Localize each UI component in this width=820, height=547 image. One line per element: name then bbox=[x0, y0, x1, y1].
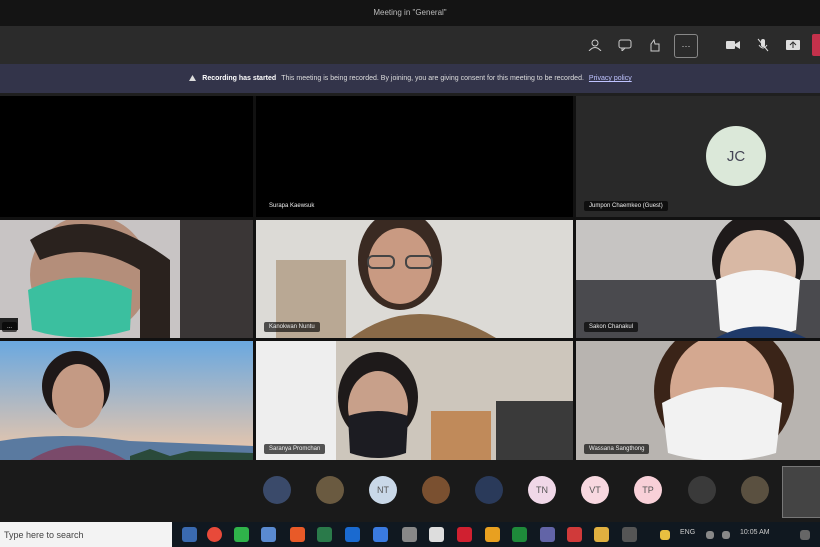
notification-icon[interactable] bbox=[800, 530, 810, 540]
participant-name: Jumpon Chaemkeo (Guest) bbox=[584, 201, 668, 211]
line-icon[interactable] bbox=[234, 527, 249, 542]
participant-name: Sakon Chanakul bbox=[584, 322, 639, 332]
share-screen-icon[interactable] bbox=[782, 34, 804, 56]
pdf-icon[interactable] bbox=[457, 527, 472, 542]
chrome-icon[interactable] bbox=[207, 527, 222, 542]
participant-avatar[interactable]: TP bbox=[634, 476, 662, 504]
network-icon[interactable] bbox=[706, 531, 714, 539]
participant-avatar[interactable] bbox=[688, 476, 716, 504]
participants-strip: NT TN VT TP bbox=[0, 460, 820, 522]
reactions-icon[interactable] bbox=[644, 34, 666, 56]
video-tile-3[interactable]: JC Jumpon Chaemkeo (Guest) bbox=[576, 96, 820, 217]
video-grid: Surapa Kaewsuk JC Jumpon Chaemkeo (Guest… bbox=[0, 96, 820, 460]
video-tile-1[interactable] bbox=[0, 96, 253, 217]
taskbar-search-input[interactable]: Type here to search bbox=[0, 522, 172, 547]
recording-status: Recording has started bbox=[202, 75, 277, 82]
participant-video bbox=[576, 220, 820, 338]
meeting-toolbar: ··· bbox=[0, 26, 820, 64]
video-tile-6[interactable]: Sakon Chanakul bbox=[576, 220, 820, 338]
participant-avatar[interactable] bbox=[741, 476, 769, 504]
chat-icon[interactable] bbox=[614, 34, 636, 56]
video-tile-5[interactable]: Kanokwan Nuntu bbox=[256, 220, 573, 338]
participant-name: Saranya Promchan bbox=[264, 444, 326, 454]
participants-icon[interactable] bbox=[584, 34, 606, 56]
participant-avatar[interactable] bbox=[475, 476, 503, 504]
participant-name: ... bbox=[2, 322, 18, 332]
leave-button[interactable] bbox=[812, 34, 820, 56]
video-tile-9[interactable]: Wassana Sangthong bbox=[576, 341, 820, 460]
window-title: Meeting in "General" bbox=[373, 8, 447, 17]
tray-icon[interactable] bbox=[660, 530, 670, 540]
participant-video bbox=[0, 220, 253, 338]
more-actions-button[interactable]: ··· bbox=[674, 34, 698, 58]
participant-name: Kanokwan Nuntu bbox=[264, 322, 320, 332]
excel-icon[interactable] bbox=[512, 527, 527, 542]
participant-name: Wassana Sangthong bbox=[584, 444, 650, 454]
app-icon[interactable] bbox=[290, 527, 305, 542]
recording-icon bbox=[188, 74, 197, 84]
app-icon[interactable] bbox=[567, 527, 582, 542]
app-icon[interactable] bbox=[429, 527, 444, 542]
recording-consent-text: This meeting is being recorded. By joini… bbox=[281, 75, 584, 82]
participant-avatar[interactable]: VT bbox=[581, 476, 609, 504]
video-tile-4[interactable]: ... bbox=[0, 220, 253, 338]
participant-avatar[interactable]: NT bbox=[369, 476, 397, 504]
participant-video bbox=[576, 341, 820, 460]
app-icon[interactable] bbox=[485, 527, 500, 542]
recording-banner: Recording has started This meeting is be… bbox=[0, 64, 820, 93]
video-tile-7[interactable] bbox=[0, 341, 253, 460]
title-bar: Meeting in "General" bbox=[0, 0, 820, 26]
participant-name: Surapa Kaewsuk bbox=[264, 201, 320, 211]
participant-avatar[interactable] bbox=[316, 476, 344, 504]
app-icon[interactable] bbox=[622, 527, 637, 542]
language-indicator[interactable]: ENG bbox=[680, 529, 695, 536]
video-tile-8[interactable]: Saranya Promchan bbox=[256, 341, 573, 460]
camera-icon[interactable] bbox=[722, 34, 744, 56]
mic-icon[interactable] bbox=[752, 34, 774, 56]
app-icon[interactable] bbox=[345, 527, 360, 542]
self-preview[interactable] bbox=[782, 466, 820, 518]
participant-video bbox=[0, 341, 253, 460]
participant-avatar[interactable] bbox=[422, 476, 450, 504]
participant-video bbox=[256, 220, 573, 338]
task-view-icon[interactable] bbox=[182, 527, 197, 542]
participant-avatar[interactable]: TN bbox=[528, 476, 556, 504]
participant-avatar[interactable] bbox=[263, 476, 291, 504]
clock[interactable]: 10:05 AM bbox=[740, 529, 770, 536]
avatar: JC bbox=[706, 126, 766, 186]
app-icon[interactable] bbox=[402, 527, 417, 542]
teams-icon[interactable] bbox=[540, 527, 555, 542]
word-icon[interactable] bbox=[373, 527, 388, 542]
app-icon[interactable] bbox=[317, 527, 332, 542]
video-tile-2[interactable]: Surapa Kaewsuk bbox=[256, 96, 573, 217]
volume-icon[interactable] bbox=[722, 531, 730, 539]
folder-icon[interactable] bbox=[594, 527, 609, 542]
participant-video bbox=[256, 341, 573, 460]
windows-taskbar: Type here to search ENG 10:05 AM bbox=[0, 522, 820, 547]
privacy-policy-link[interactable]: Privacy policy bbox=[589, 75, 632, 82]
file-icon[interactable] bbox=[261, 527, 276, 542]
